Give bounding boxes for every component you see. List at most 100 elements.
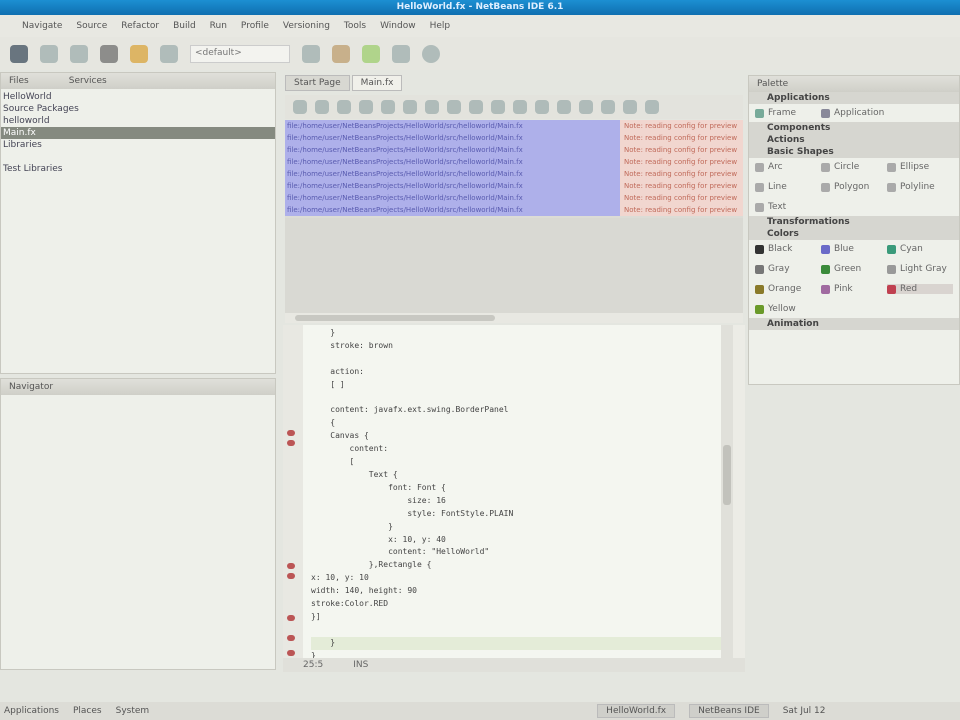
palette-item-gray[interactable]: Gray bbox=[755, 264, 821, 274]
taskbar-menu-applications[interactable]: Applications bbox=[4, 706, 59, 716]
text-icon bbox=[755, 202, 764, 212]
code-editor[interactable]: } stroke: brown action: [ ] content: jav… bbox=[303, 325, 721, 660]
horizontal-scrollbar[interactable] bbox=[285, 313, 743, 323]
editor-tab[interactable]: Main.fx bbox=[351, 75, 403, 91]
palette-item-label: Black bbox=[768, 244, 793, 254]
palette-item-text[interactable]: Text bbox=[755, 202, 821, 212]
fold-marker-icon[interactable] bbox=[287, 430, 295, 436]
palette-item-polyline[interactable]: Polyline bbox=[887, 182, 953, 192]
palette-item-label: Blue bbox=[834, 244, 854, 254]
save-icon[interactable] bbox=[100, 44, 118, 63]
tree-item[interactable]: Libraries bbox=[1, 139, 275, 151]
toggle-highlight-icon[interactable] bbox=[447, 100, 461, 114]
palette-item-yellow[interactable]: Yellow bbox=[755, 304, 821, 314]
stop-macro-icon[interactable] bbox=[601, 100, 615, 114]
code-line: { bbox=[311, 418, 336, 428]
fold-marker-icon[interactable] bbox=[287, 635, 295, 641]
find-prev-icon[interactable] bbox=[403, 100, 417, 114]
editor-toolbar bbox=[285, 95, 743, 119]
uncomment-icon[interactable] bbox=[645, 100, 659, 114]
redo-icon[interactable] bbox=[160, 44, 178, 63]
palette-item-line[interactable]: Line bbox=[755, 182, 821, 192]
tree-item[interactable]: Source Packages bbox=[1, 103, 275, 115]
code-line: [ bbox=[311, 457, 355, 467]
toggle-bookmark-icon[interactable] bbox=[469, 100, 483, 114]
taskbar-menu-system[interactable]: System bbox=[116, 706, 150, 716]
tree-item[interactable] bbox=[1, 151, 275, 163]
tree-item[interactable]: Test Libraries bbox=[1, 163, 275, 175]
menu-versioning[interactable]: Versioning bbox=[283, 21, 330, 31]
palette-item-green[interactable]: Green bbox=[821, 264, 887, 274]
tree-item[interactable]: HelloWorld bbox=[1, 91, 275, 103]
palette-item-red[interactable]: Red bbox=[887, 284, 953, 294]
palette-item-orange[interactable]: Orange bbox=[755, 284, 821, 294]
debug-icon[interactable] bbox=[392, 44, 410, 63]
menu-build[interactable]: Build bbox=[173, 21, 196, 31]
menu-source[interactable]: Source bbox=[76, 21, 107, 31]
next-bookmark-icon[interactable] bbox=[513, 100, 527, 114]
grid-icon[interactable] bbox=[359, 100, 373, 114]
palette-section-components[interactable]: Components bbox=[749, 122, 959, 134]
palette-item-polygon[interactable]: Polygon bbox=[821, 182, 887, 192]
open-project-icon[interactable] bbox=[10, 44, 28, 63]
editor-tab[interactable]: Start Page bbox=[285, 75, 350, 91]
menu-refactor[interactable]: Refactor bbox=[121, 21, 159, 31]
palette-item-circle[interactable]: Circle bbox=[821, 162, 887, 172]
tree-item[interactable]: Main.fx bbox=[1, 127, 275, 139]
menu-navigate[interactable]: Navigate bbox=[22, 21, 62, 31]
taskbar-menu-places[interactable]: Places bbox=[73, 706, 102, 716]
profile-icon[interactable] bbox=[422, 44, 440, 63]
palette-item-blue[interactable]: Blue bbox=[821, 244, 887, 254]
taskbar-task[interactable]: HelloWorld.fx bbox=[597, 704, 676, 718]
palette-item-arc[interactable]: Arc bbox=[755, 162, 821, 172]
palette-section-basic-shapes[interactable]: Basic Shapes bbox=[749, 146, 959, 158]
shift-right-icon[interactable] bbox=[557, 100, 571, 114]
caret-position: 25:5 bbox=[303, 660, 324, 670]
shift-left-icon[interactable] bbox=[535, 100, 549, 114]
palette-section-actions[interactable]: Actions bbox=[749, 134, 959, 146]
palette-item-cyan[interactable]: Cyan bbox=[887, 244, 953, 254]
prev-bookmark-icon[interactable] bbox=[491, 100, 505, 114]
run-icon[interactable] bbox=[362, 44, 380, 63]
tree-item[interactable]: helloworld bbox=[1, 115, 275, 127]
palette-item-light-gray[interactable]: Light Gray bbox=[887, 264, 953, 274]
find-next-icon[interactable] bbox=[425, 100, 439, 114]
palette-section-transformations[interactable]: Transformations bbox=[749, 216, 959, 228]
menu-tools[interactable]: Tools bbox=[344, 21, 366, 31]
fold-marker-icon[interactable] bbox=[287, 615, 295, 621]
palette-item-pink[interactable]: Pink bbox=[821, 284, 887, 294]
pan-icon[interactable] bbox=[337, 100, 351, 114]
menu-window[interactable]: Window bbox=[380, 21, 416, 31]
fold-marker-icon[interactable] bbox=[287, 650, 295, 656]
clean-build-icon[interactable] bbox=[302, 44, 320, 63]
vertical-scrollbar[interactable] bbox=[721, 325, 733, 658]
palette-item-application[interactable]: Application bbox=[821, 108, 887, 118]
start-macro-icon[interactable] bbox=[579, 100, 593, 114]
fold-marker-icon[interactable] bbox=[287, 563, 295, 569]
tab-services[interactable]: Services bbox=[69, 76, 107, 86]
build-icon[interactable] bbox=[332, 44, 350, 63]
palette-item-ellipse[interactable]: Ellipse bbox=[887, 162, 953, 172]
palette-section-colors[interactable]: Colors bbox=[749, 228, 959, 240]
palette-item-label: Circle bbox=[834, 162, 860, 172]
palette-section-animation[interactable]: Animation bbox=[749, 318, 959, 330]
tab-files[interactable]: Files bbox=[9, 76, 29, 86]
refresh-icon[interactable] bbox=[381, 100, 395, 114]
code-line: content: javafx.ext.swing.BorderPanel bbox=[311, 405, 509, 415]
palette-item-black[interactable]: Black bbox=[755, 244, 821, 254]
taskbar-task[interactable]: NetBeans IDE bbox=[689, 704, 769, 718]
zoom-icon[interactable] bbox=[315, 100, 329, 114]
menu-profile[interactable]: Profile bbox=[241, 21, 269, 31]
palette-item-frame[interactable]: Frame bbox=[755, 108, 821, 118]
copy-icon[interactable] bbox=[70, 44, 88, 63]
config-select[interactable]: <default> bbox=[190, 44, 290, 63]
cut-icon[interactable] bbox=[40, 44, 58, 63]
fold-marker-icon[interactable] bbox=[287, 573, 295, 579]
menu-run[interactable]: Run bbox=[210, 21, 227, 31]
select-icon[interactable] bbox=[293, 100, 307, 114]
palette-section-applications[interactable]: Applications bbox=[749, 92, 959, 104]
menu-help[interactable]: Help bbox=[430, 21, 451, 31]
fold-marker-icon[interactable] bbox=[287, 440, 295, 446]
comment-icon[interactable] bbox=[623, 100, 637, 114]
undo-icon[interactable] bbox=[130, 44, 148, 63]
